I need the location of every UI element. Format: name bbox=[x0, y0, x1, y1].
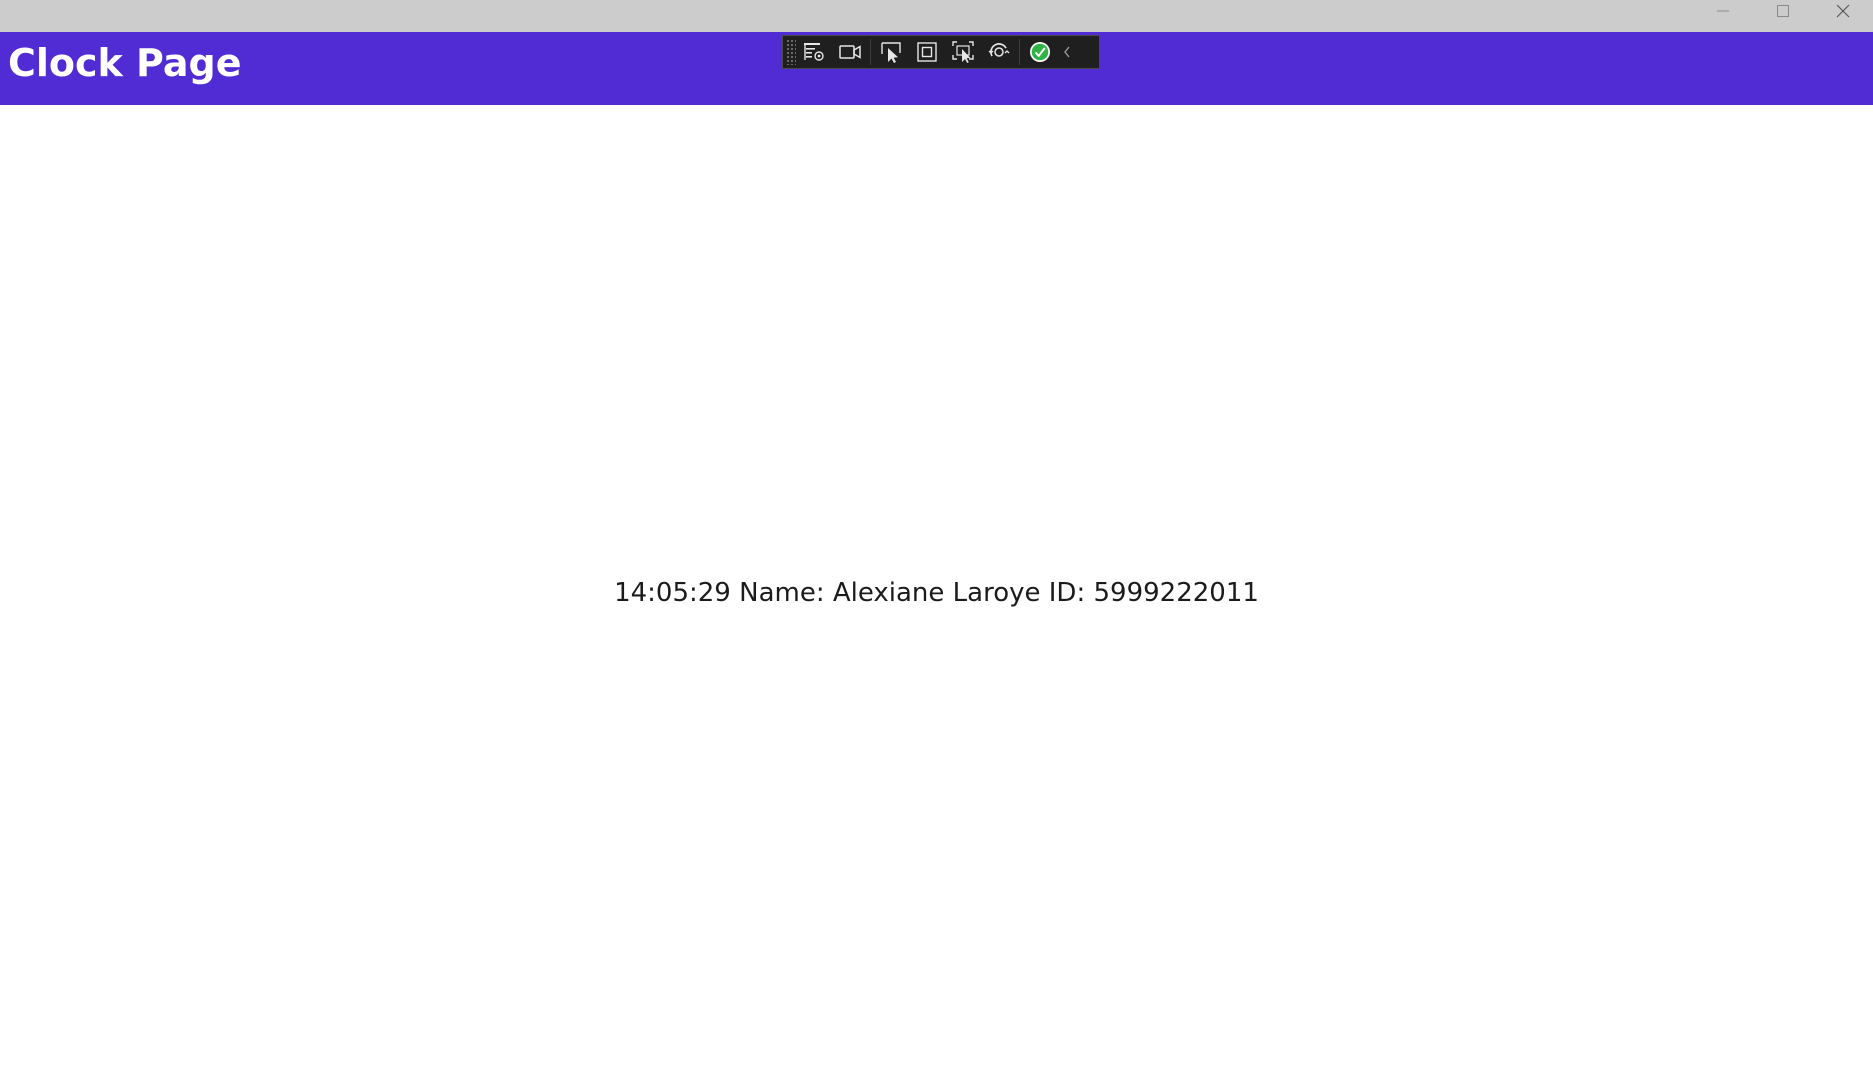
xaml-dev-toolbar bbox=[782, 35, 1100, 69]
collapse-toolbar-button[interactable] bbox=[1058, 36, 1076, 68]
track-focused-element-button[interactable] bbox=[945, 36, 981, 68]
binding-failures-check-icon bbox=[1030, 42, 1050, 62]
close-icon bbox=[1836, 4, 1850, 18]
hot-reload-icon bbox=[988, 43, 1010, 57]
close-button[interactable] bbox=[1813, 0, 1873, 22]
chevron-left-icon bbox=[1064, 46, 1070, 58]
toolbar-separator bbox=[1019, 39, 1020, 65]
live-visual-tree-button[interactable] bbox=[796, 36, 832, 68]
minimize-icon bbox=[1717, 10, 1729, 12]
main-content: 14:05:29 Name: Alexiane Laroye ID: 59992… bbox=[0, 105, 1873, 1087]
toolbar-grip-handle[interactable] bbox=[786, 39, 796, 65]
hot-reload-button[interactable] bbox=[981, 36, 1017, 68]
maximize-button[interactable] bbox=[1753, 0, 1813, 22]
maximize-icon bbox=[1777, 5, 1789, 17]
display-layout-adorners-icon bbox=[917, 42, 937, 62]
window-controls bbox=[1693, 0, 1873, 22]
video-camera-icon bbox=[839, 45, 861, 59]
clock-label: 14:05:29 Name: Alexiane Laroye ID: 59992… bbox=[614, 578, 1259, 608]
page-title: Clock Page bbox=[8, 41, 242, 85]
binding-failures-button[interactable] bbox=[1022, 36, 1058, 68]
select-element-button[interactable] bbox=[873, 36, 909, 68]
toolbar-separator bbox=[870, 39, 871, 65]
window-titlebar bbox=[0, 0, 1873, 32]
live-visual-tree-icon bbox=[804, 43, 824, 61]
minimize-button[interactable] bbox=[1693, 0, 1753, 22]
layout-adorners-button[interactable] bbox=[909, 36, 945, 68]
select-element-icon bbox=[881, 42, 901, 63]
record-button[interactable] bbox=[832, 36, 868, 68]
track-focused-element-icon bbox=[952, 41, 974, 63]
